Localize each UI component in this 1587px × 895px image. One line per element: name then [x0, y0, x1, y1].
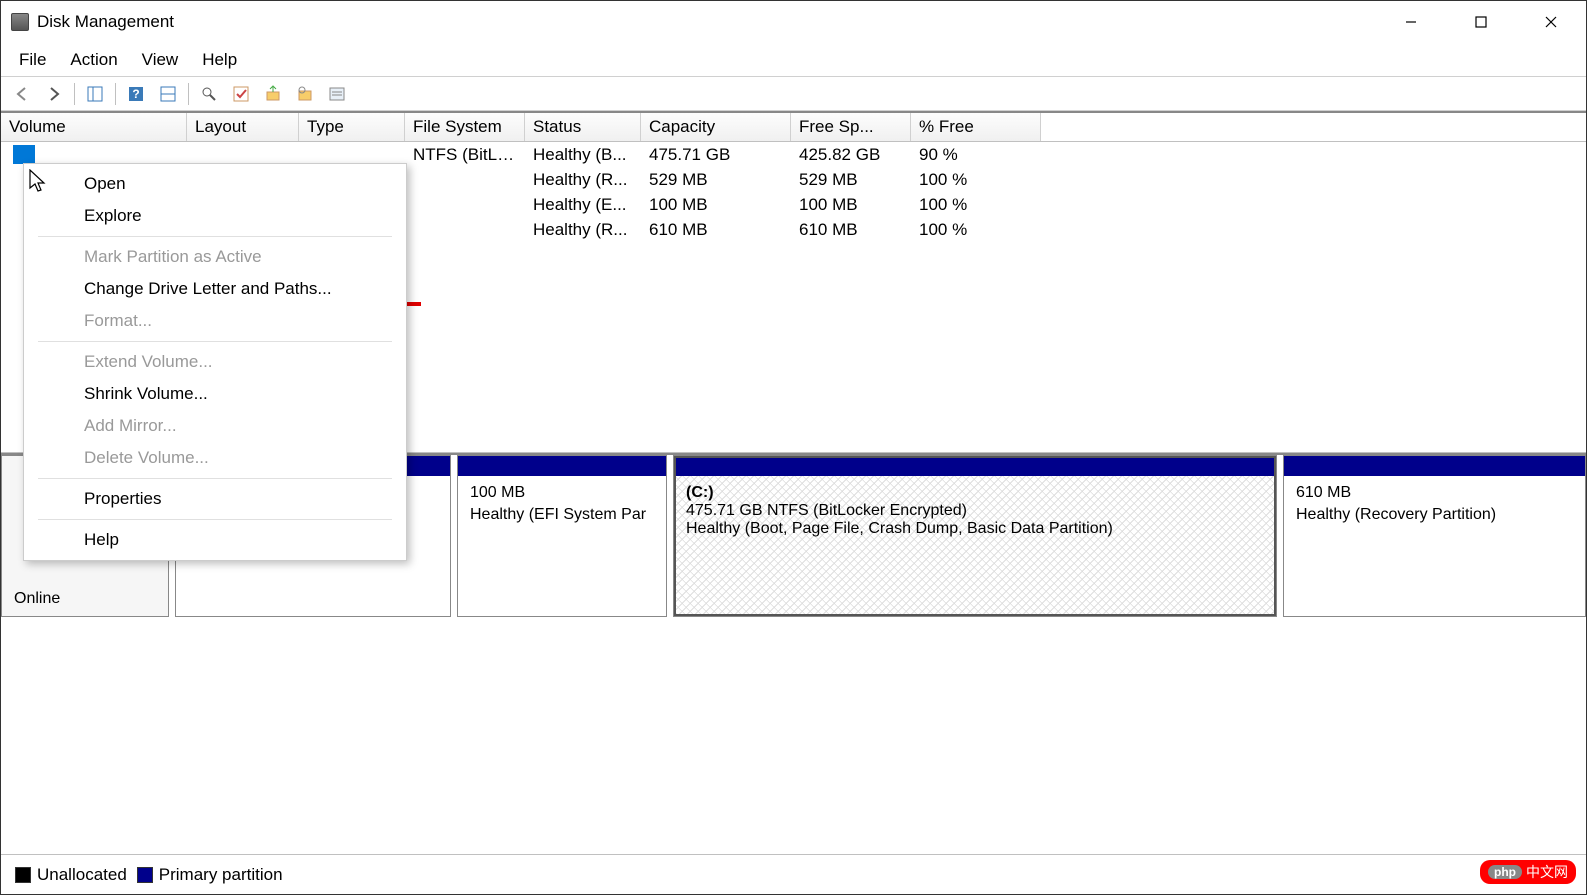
col-layout[interactable]: Layout — [187, 113, 299, 141]
partition-health: Healthy (Recovery Partition) — [1296, 506, 1573, 524]
ctx-separator — [38, 236, 392, 237]
ctx-explore[interactable]: Explore — [24, 200, 406, 232]
ctx-delete: Delete Volume... — [24, 442, 406, 474]
cell-status: Healthy (R... — [525, 220, 641, 240]
window-title: Disk Management — [37, 12, 174, 32]
cell-freesp: 425.82 GB — [791, 145, 911, 165]
menu-view[interactable]: View — [132, 46, 189, 74]
back-button[interactable] — [7, 80, 37, 108]
help-icon[interactable]: ? — [121, 80, 151, 108]
col-capacity[interactable]: Capacity — [641, 113, 791, 141]
cell-freesp: 529 MB — [791, 170, 911, 190]
panel-icon[interactable] — [153, 80, 183, 108]
partition-stripe — [1284, 456, 1585, 476]
cell-capacity: 610 MB — [641, 220, 791, 240]
close-button[interactable] — [1516, 1, 1586, 43]
menu-action[interactable]: Action — [60, 46, 127, 74]
partition-size: 100 MB — [470, 484, 654, 506]
ctx-format: Format... — [24, 305, 406, 337]
app-icon — [11, 13, 29, 31]
svg-text:?: ? — [132, 87, 139, 101]
col-type[interactable]: Type — [299, 113, 405, 141]
cell-status: Healthy (E... — [525, 195, 641, 215]
legend-unallocated: Unallocated — [15, 865, 127, 885]
toolbar: ? — [1, 77, 1586, 111]
partition-health: Healthy (Boot, Page File, Crash Dump, Ba… — [686, 520, 1264, 538]
disk-status: Online — [14, 590, 156, 608]
cursor-icon — [29, 169, 49, 200]
col-volume[interactable]: Volume — [1, 113, 187, 141]
legend-primary: Primary partition — [137, 865, 283, 885]
refresh-icon[interactable] — [194, 80, 224, 108]
col-filesys[interactable]: File System — [405, 113, 525, 141]
cell-pctfree: 100 % — [911, 220, 1041, 240]
cell-pctfree: 100 % — [911, 195, 1041, 215]
cell-filesys: NTFS (BitLo... — [405, 145, 525, 165]
titlebar: Disk Management — [1, 1, 1586, 43]
col-freesp[interactable]: Free Sp... — [791, 113, 911, 141]
attach-vhd-icon[interactable] — [290, 80, 320, 108]
menu-help[interactable]: Help — [192, 46, 247, 74]
forward-button[interactable] — [39, 80, 69, 108]
separator — [115, 83, 116, 105]
separator — [188, 83, 189, 105]
show-hide-console-tree-icon[interactable] — [80, 80, 110, 108]
cell-freesp: 610 MB — [791, 220, 911, 240]
cell-capacity: 475.71 GB — [641, 145, 791, 165]
swatch-unallocated-icon — [15, 867, 31, 883]
ctx-separator — [38, 478, 392, 479]
ctx-separator — [38, 341, 392, 342]
ctx-separator — [38, 519, 392, 520]
col-pctfree[interactable]: % Free — [911, 113, 1041, 141]
ctx-open[interactable]: Open — [24, 168, 406, 200]
check-icon[interactable] — [226, 80, 256, 108]
ctx-mark-active: Mark Partition as Active — [24, 241, 406, 273]
cell-volume — [1, 145, 187, 165]
separator — [74, 83, 75, 105]
ctx-add-mirror: Add Mirror... — [24, 410, 406, 442]
menubar: File Action View Help — [1, 43, 1586, 77]
col-status[interactable]: Status — [525, 113, 641, 141]
partition-size: 475.71 GB NTFS (BitLocker Encrypted) — [686, 502, 1264, 520]
ctx-change-letter[interactable]: Change Drive Letter and Paths... — [24, 273, 406, 305]
partition-size: 610 MB — [1296, 484, 1573, 506]
volume-header: Volume Layout Type File System Status Ca… — [1, 113, 1586, 142]
partition-recovery-2[interactable]: 610 MB Healthy (Recovery Partition) — [1283, 455, 1586, 617]
partition-title: (C:) — [686, 484, 1264, 502]
ctx-help[interactable]: Help — [24, 524, 406, 556]
ctx-extend: Extend Volume... — [24, 346, 406, 378]
watermark-text: 中文网 — [1526, 862, 1568, 882]
cell-status: Healthy (R... — [525, 170, 641, 190]
ctx-properties[interactable]: Properties — [24, 483, 406, 515]
menu-file[interactable]: File — [9, 46, 56, 74]
partition-efi[interactable]: 100 MB Healthy (EFI System Par — [457, 455, 667, 617]
context-menu: Open Explore Mark Partition as Active Ch… — [23, 163, 407, 561]
cell-status: Healthy (B... — [525, 145, 641, 165]
cell-freesp: 100 MB — [791, 195, 911, 215]
partition-stripe — [458, 456, 666, 476]
rescan-disks-icon[interactable] — [258, 80, 288, 108]
watermark: php 中文网 — [1480, 860, 1576, 884]
swatch-primary-icon — [137, 867, 153, 883]
cell-pctfree: 90 % — [911, 145, 1041, 165]
properties-icon[interactable] — [322, 80, 352, 108]
maximize-button[interactable] — [1446, 1, 1516, 43]
cell-capacity: 100 MB — [641, 195, 791, 215]
window-controls — [1376, 1, 1586, 43]
watermark-badge: php — [1488, 865, 1522, 879]
partition-health: Healthy (EFI System Par — [470, 506, 654, 524]
ctx-shrink[interactable]: Shrink Volume... — [24, 378, 406, 410]
cell-pctfree: 100 % — [911, 170, 1041, 190]
partition-stripe — [674, 456, 1276, 476]
legend: Unallocated Primary partition — [1, 854, 1586, 894]
minimize-button[interactable] — [1376, 1, 1446, 43]
cell-capacity: 529 MB — [641, 170, 791, 190]
partition-c-drive[interactable]: (C:) 475.71 GB NTFS (BitLocker Encrypted… — [673, 455, 1277, 617]
